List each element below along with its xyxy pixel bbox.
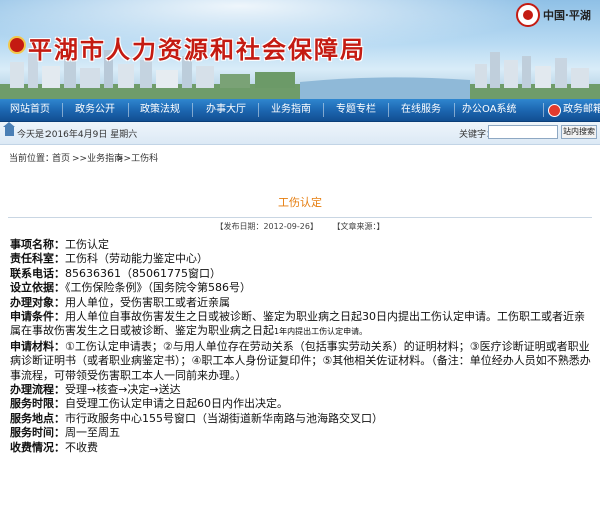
info-value: 工伤认定 — [65, 238, 109, 251]
nav-item-special-topics[interactable]: 专题专栏 — [336, 99, 376, 121]
info-value-tail: 1年内提出工伤认定申请。 — [274, 327, 368, 337]
date-search-bar: 今天是： 2016年4月9日 星期六 关键字： 站内搜索 — [0, 122, 600, 145]
nav-item-gov-affairs[interactable]: 政务公开 — [75, 99, 115, 121]
info-value: 用人单位，受伤害职工或者近亲属 — [65, 295, 230, 309]
info-row-fees: 收费情况：不收费 — [10, 441, 592, 455]
info-row-process: 办理流程：受理→核查→决定→送达 — [10, 383, 592, 397]
nav-divider — [388, 103, 389, 117]
mailbox-icon — [548, 104, 561, 117]
nav-divider — [543, 103, 544, 117]
breadcrumb: 当前位置： 首页 >>业务指南 >>工伤科 — [0, 151, 600, 167]
info-label: 收费情况： — [10, 440, 65, 454]
info-value: ①工伤认定申请表；②与用人单位存在劳动关系（包括事实劳动关系）的证明材料；③医疗… — [10, 339, 591, 382]
site-search-button[interactable]: 站内搜索 — [561, 125, 597, 139]
nav-item-online-service[interactable]: 在线服务 — [401, 99, 441, 121]
info-label: 办理对象： — [10, 295, 65, 309]
publish-date: 【发布日期：2012-09-26】 — [215, 222, 318, 231]
info-label: 服务时间： — [10, 426, 65, 440]
service-info-list: 事项名称：工伤认定 责任科室：工伤科（劳动能力鉴定中心） 联系电话：856363… — [10, 238, 592, 455]
current-date: 2016年4月9日 星期六 — [46, 130, 138, 140]
breadcrumb-home[interactable]: 首页 — [52, 151, 70, 164]
nav-divider — [128, 103, 129, 117]
info-row-time-limit: 服务时限：自受理工伤认定申请之日起60日内作出决定。 — [10, 397, 592, 411]
nav-divider — [192, 103, 193, 117]
nav-item-service-hall[interactable]: 办事大厅 — [206, 99, 246, 121]
nav-item-gov-mailbox[interactable]: 政务邮箱 — [563, 99, 600, 121]
party-emblem-icon — [8, 36, 26, 54]
main-nav: 网站首页 政务公开 政策法规 办事大厅 业务指南 专题专栏 在线服务 办公OA系… — [0, 99, 600, 122]
info-row-location: 服务地点：市行政服务中心155号窗口（当湖街道新华南路与池海路交叉口） — [10, 412, 592, 426]
nav-item-home[interactable]: 网站首页 — [10, 99, 50, 121]
info-label: 申请材料： — [10, 339, 65, 353]
keyword-search-input[interactable] — [488, 125, 558, 139]
article-title: 工伤认定 — [278, 196, 322, 209]
info-label: 服务地点： — [10, 411, 65, 425]
site-banner: 平湖市人力资源和社会保障局 中国·平湖 — [0, 0, 600, 99]
site-title: 平湖市人力资源和社会保障局 — [28, 35, 366, 64]
info-row-conditions: 申请条件：用人单位自事故伤害发生之日或被诊断、鉴定为职业病之日起30日内提出工伤… — [10, 310, 592, 340]
info-value: 不收费 — [65, 440, 98, 454]
info-label: 申请条件： — [10, 310, 65, 324]
info-value: 85636361（85061775窗口） — [65, 266, 221, 280]
info-row-hours: 服务时间：周一至周五 — [10, 426, 592, 440]
info-value: 《工伤保险条例》（国务院令第586号） — [65, 281, 251, 295]
info-row-materials: 申请材料：①工伤认定申请表；②与用人单位存在劳动关系（包括事实劳动关系）的证明材… — [10, 340, 592, 383]
info-value: 市行政服务中心155号窗口（当湖街道新华南路与池海路交叉口） — [65, 411, 383, 425]
info-row-applicants: 办理对象：用人单位，受伤害职工或者近亲属 — [10, 296, 592, 310]
breadcrumb-label: 当前位置： — [9, 154, 55, 164]
home-icon — [3, 122, 15, 136]
info-value: 自受理工伤认定申请之日起60日内作出决定。 — [65, 397, 288, 411]
info-row-legal-basis: 设立依据：《工伤保险条例》（国务院令第586号） — [10, 281, 592, 295]
info-label: 设立依据： — [10, 281, 65, 295]
breadcrumb-injury-dept[interactable]: >>工伤科 — [116, 151, 158, 164]
nav-divider — [62, 103, 63, 117]
pinghu-logo-icon — [516, 3, 540, 27]
info-row-department: 责任科室：工伤科（劳动能力鉴定中心） — [10, 252, 592, 266]
info-label: 办理流程： — [10, 383, 65, 397]
info-label: 联系电话： — [10, 266, 65, 280]
title-divider — [8, 217, 592, 218]
nav-item-policies[interactable]: 政策法规 — [140, 99, 180, 121]
info-value: 受理→核查→决定→送达 — [65, 383, 181, 397]
corner-logo-text: 中国·平湖 — [543, 9, 591, 22]
article-meta: 【发布日期：2012-09-26】 【文章来源：】 — [0, 221, 600, 232]
info-row-phone: 联系电话：85636361（85061775窗口） — [10, 267, 592, 281]
info-label: 责任科室： — [10, 252, 65, 266]
nav-divider — [454, 103, 455, 117]
nav-item-guides[interactable]: 业务指南 — [271, 99, 311, 121]
nav-divider — [323, 103, 324, 117]
info-label: 服务时限： — [10, 397, 65, 411]
info-label: 事项名称： — [10, 238, 65, 251]
info-value: 工伤科（劳动能力鉴定中心） — [65, 252, 208, 266]
info-row-item-name: 事项名称：工伤认定 — [10, 238, 592, 252]
nav-divider — [258, 103, 259, 117]
info-value: 周一至周五 — [65, 426, 120, 440]
article-source: 【文章来源：】 — [332, 222, 385, 231]
nav-item-oa-system[interactable]: 办公OA系统 — [462, 99, 517, 121]
